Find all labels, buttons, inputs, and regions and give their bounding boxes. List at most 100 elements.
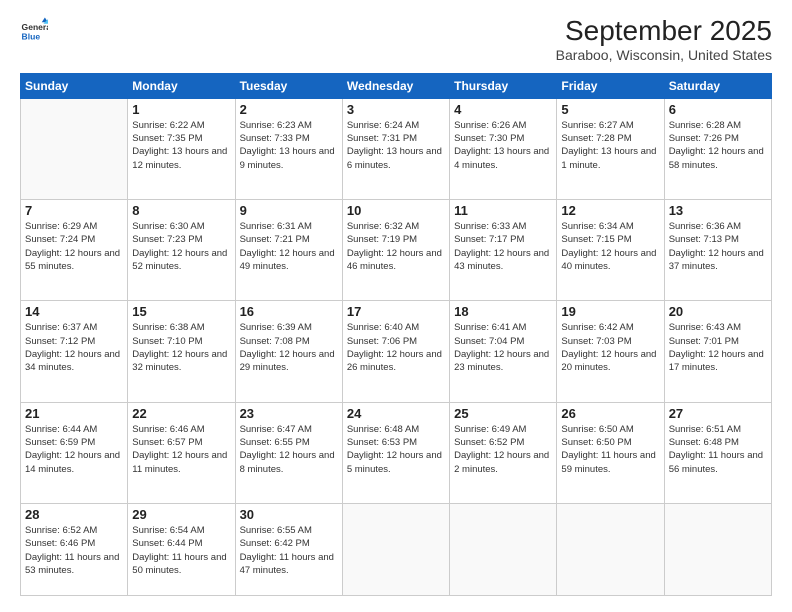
table-row: 14 Sunrise: 6:37 AMSunset: 7:12 PMDaylig… xyxy=(21,301,128,402)
title-block: September 2025 Baraboo, Wisconsin, Unite… xyxy=(556,16,772,63)
table-row: 24 Sunrise: 6:48 AMSunset: 6:53 PMDaylig… xyxy=(342,402,449,503)
table-row: 22 Sunrise: 6:46 AMSunset: 6:57 PMDaylig… xyxy=(128,402,235,503)
table-row: 9 Sunrise: 6:31 AMSunset: 7:21 PMDayligh… xyxy=(235,200,342,301)
table-row: 16 Sunrise: 6:39 AMSunset: 7:08 PMDaylig… xyxy=(235,301,342,402)
day-number: 20 xyxy=(669,304,767,319)
table-row xyxy=(450,503,557,595)
table-row: 10 Sunrise: 6:32 AMSunset: 7:19 PMDaylig… xyxy=(342,200,449,301)
table-row: 3 Sunrise: 6:24 AMSunset: 7:31 PMDayligh… xyxy=(342,98,449,199)
day-info: Sunrise: 6:38 AMSunset: 7:10 PMDaylight:… xyxy=(132,321,230,374)
col-saturday: Saturday xyxy=(664,73,771,98)
day-info: Sunrise: 6:55 AMSunset: 6:42 PMDaylight:… xyxy=(240,524,338,577)
day-number: 2 xyxy=(240,102,338,117)
table-row: 20 Sunrise: 6:43 AMSunset: 7:01 PMDaylig… xyxy=(664,301,771,402)
table-row xyxy=(664,503,771,595)
day-number: 1 xyxy=(132,102,230,117)
day-number: 7 xyxy=(25,203,123,218)
day-info: Sunrise: 6:27 AMSunset: 7:28 PMDaylight:… xyxy=(561,119,659,172)
table-row: 4 Sunrise: 6:26 AMSunset: 7:30 PMDayligh… xyxy=(450,98,557,199)
day-info: Sunrise: 6:41 AMSunset: 7:04 PMDaylight:… xyxy=(454,321,552,374)
day-number: 9 xyxy=(240,203,338,218)
page: General Blue September 2025 Baraboo, Wis… xyxy=(0,0,792,612)
main-title: September 2025 xyxy=(556,16,772,47)
day-info: Sunrise: 6:42 AMSunset: 7:03 PMDaylight:… xyxy=(561,321,659,374)
day-info: Sunrise: 6:43 AMSunset: 7:01 PMDaylight:… xyxy=(669,321,767,374)
col-friday: Friday xyxy=(557,73,664,98)
day-info: Sunrise: 6:24 AMSunset: 7:31 PMDaylight:… xyxy=(347,119,445,172)
table-row: 5 Sunrise: 6:27 AMSunset: 7:28 PMDayligh… xyxy=(557,98,664,199)
day-number: 11 xyxy=(454,203,552,218)
day-info: Sunrise: 6:44 AMSunset: 6:59 PMDaylight:… xyxy=(25,423,123,476)
day-info: Sunrise: 6:36 AMSunset: 7:13 PMDaylight:… xyxy=(669,220,767,273)
day-number: 6 xyxy=(669,102,767,117)
table-row: 25 Sunrise: 6:49 AMSunset: 6:52 PMDaylig… xyxy=(450,402,557,503)
day-info: Sunrise: 6:51 AMSunset: 6:48 PMDaylight:… xyxy=(669,423,767,476)
day-info: Sunrise: 6:33 AMSunset: 7:17 PMDaylight:… xyxy=(454,220,552,273)
calendar-header-row: Sunday Monday Tuesday Wednesday Thursday… xyxy=(21,73,772,98)
day-info: Sunrise: 6:29 AMSunset: 7:24 PMDaylight:… xyxy=(25,220,123,273)
day-number: 22 xyxy=(132,406,230,421)
day-number: 13 xyxy=(669,203,767,218)
day-info: Sunrise: 6:39 AMSunset: 7:08 PMDaylight:… xyxy=(240,321,338,374)
day-info: Sunrise: 6:34 AMSunset: 7:15 PMDaylight:… xyxy=(561,220,659,273)
day-info: Sunrise: 6:22 AMSunset: 7:35 PMDaylight:… xyxy=(132,119,230,172)
header: General Blue September 2025 Baraboo, Wis… xyxy=(20,16,772,63)
col-tuesday: Tuesday xyxy=(235,73,342,98)
day-number: 23 xyxy=(240,406,338,421)
day-info: Sunrise: 6:50 AMSunset: 6:50 PMDaylight:… xyxy=(561,423,659,476)
day-info: Sunrise: 6:52 AMSunset: 6:46 PMDaylight:… xyxy=(25,524,123,577)
table-row: 7 Sunrise: 6:29 AMSunset: 7:24 PMDayligh… xyxy=(21,200,128,301)
table-row xyxy=(342,503,449,595)
table-row xyxy=(557,503,664,595)
day-number: 5 xyxy=(561,102,659,117)
day-info: Sunrise: 6:49 AMSunset: 6:52 PMDaylight:… xyxy=(454,423,552,476)
table-row: 27 Sunrise: 6:51 AMSunset: 6:48 PMDaylig… xyxy=(664,402,771,503)
svg-text:Blue: Blue xyxy=(22,31,41,41)
table-row: 29 Sunrise: 6:54 AMSunset: 6:44 PMDaylig… xyxy=(128,503,235,595)
day-info: Sunrise: 6:48 AMSunset: 6:53 PMDaylight:… xyxy=(347,423,445,476)
day-number: 8 xyxy=(132,203,230,218)
table-row: 2 Sunrise: 6:23 AMSunset: 7:33 PMDayligh… xyxy=(235,98,342,199)
day-number: 4 xyxy=(454,102,552,117)
table-row xyxy=(21,98,128,199)
day-number: 10 xyxy=(347,203,445,218)
col-wednesday: Wednesday xyxy=(342,73,449,98)
day-info: Sunrise: 6:40 AMSunset: 7:06 PMDaylight:… xyxy=(347,321,445,374)
col-sunday: Sunday xyxy=(21,73,128,98)
day-number: 3 xyxy=(347,102,445,117)
day-number: 26 xyxy=(561,406,659,421)
day-info: Sunrise: 6:28 AMSunset: 7:26 PMDaylight:… xyxy=(669,119,767,172)
table-row: 23 Sunrise: 6:47 AMSunset: 6:55 PMDaylig… xyxy=(235,402,342,503)
day-info: Sunrise: 6:37 AMSunset: 7:12 PMDaylight:… xyxy=(25,321,123,374)
day-number: 30 xyxy=(240,507,338,522)
day-info: Sunrise: 6:30 AMSunset: 7:23 PMDaylight:… xyxy=(132,220,230,273)
day-info: Sunrise: 6:31 AMSunset: 7:21 PMDaylight:… xyxy=(240,220,338,273)
table-row: 18 Sunrise: 6:41 AMSunset: 7:04 PMDaylig… xyxy=(450,301,557,402)
day-info: Sunrise: 6:26 AMSunset: 7:30 PMDaylight:… xyxy=(454,119,552,172)
day-number: 12 xyxy=(561,203,659,218)
table-row: 1 Sunrise: 6:22 AMSunset: 7:35 PMDayligh… xyxy=(128,98,235,199)
day-number: 29 xyxy=(132,507,230,522)
day-number: 25 xyxy=(454,406,552,421)
col-thursday: Thursday xyxy=(450,73,557,98)
day-number: 19 xyxy=(561,304,659,319)
table-row: 8 Sunrise: 6:30 AMSunset: 7:23 PMDayligh… xyxy=(128,200,235,301)
table-row: 6 Sunrise: 6:28 AMSunset: 7:26 PMDayligh… xyxy=(664,98,771,199)
table-row: 17 Sunrise: 6:40 AMSunset: 7:06 PMDaylig… xyxy=(342,301,449,402)
subtitle: Baraboo, Wisconsin, United States xyxy=(556,47,772,63)
table-row: 11 Sunrise: 6:33 AMSunset: 7:17 PMDaylig… xyxy=(450,200,557,301)
day-info: Sunrise: 6:32 AMSunset: 7:19 PMDaylight:… xyxy=(347,220,445,273)
table-row: 13 Sunrise: 6:36 AMSunset: 7:13 PMDaylig… xyxy=(664,200,771,301)
day-number: 24 xyxy=(347,406,445,421)
col-monday: Monday xyxy=(128,73,235,98)
day-info: Sunrise: 6:47 AMSunset: 6:55 PMDaylight:… xyxy=(240,423,338,476)
logo-icon: General Blue xyxy=(20,16,48,44)
day-info: Sunrise: 6:46 AMSunset: 6:57 PMDaylight:… xyxy=(132,423,230,476)
table-row: 21 Sunrise: 6:44 AMSunset: 6:59 PMDaylig… xyxy=(21,402,128,503)
day-number: 14 xyxy=(25,304,123,319)
calendar-table: Sunday Monday Tuesday Wednesday Thursday… xyxy=(20,73,772,596)
table-row: 15 Sunrise: 6:38 AMSunset: 7:10 PMDaylig… xyxy=(128,301,235,402)
table-row: 26 Sunrise: 6:50 AMSunset: 6:50 PMDaylig… xyxy=(557,402,664,503)
day-number: 15 xyxy=(132,304,230,319)
day-number: 28 xyxy=(25,507,123,522)
